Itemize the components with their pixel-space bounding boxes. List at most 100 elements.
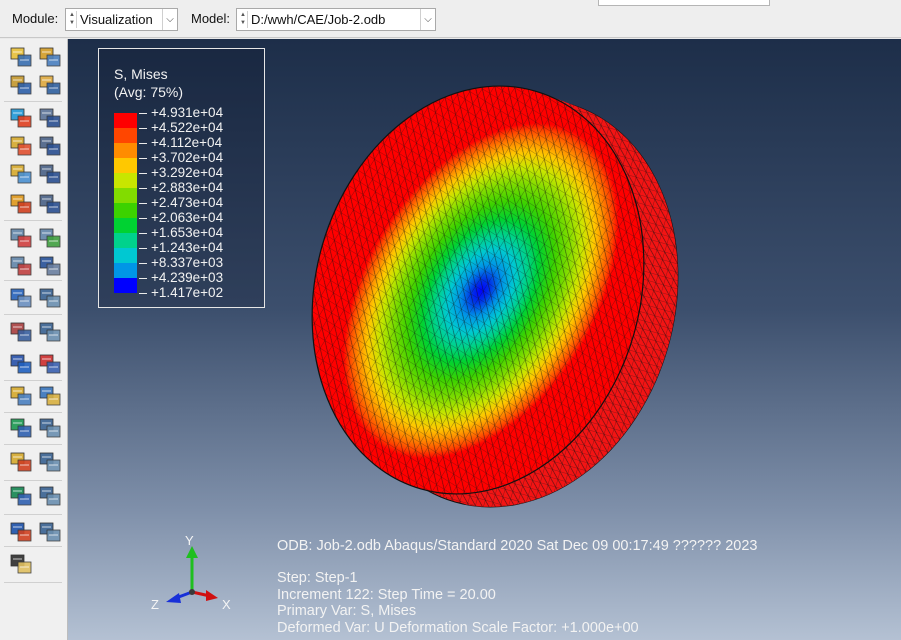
disk-front-face xyxy=(311,85,645,495)
legend-tick xyxy=(139,278,147,279)
legend-tick xyxy=(139,188,147,189)
legend-tick xyxy=(139,233,147,234)
legend-tick xyxy=(139,263,147,264)
viewport[interactable]: S, Mises (Avg: 75%) +4.931e+04 +4.522e+04… xyxy=(68,39,901,640)
legend-swatch xyxy=(114,278,137,293)
toolbox-separator xyxy=(4,380,62,381)
animate-scale-factor-icon[interactable] xyxy=(9,226,33,250)
display-group-icon[interactable] xyxy=(9,450,33,474)
stream-manager-icon[interactable] xyxy=(38,416,62,440)
chevron-down-icon[interactable]: ⌵ xyxy=(420,9,435,30)
ply-stack-plot-icon[interactable] xyxy=(9,484,33,508)
allow-multiple-plot-states-icon[interactable] xyxy=(9,192,33,216)
module-spin-icon[interactable]: ▲ ▼ xyxy=(68,11,77,28)
display-group-manager-icon[interactable] xyxy=(38,450,62,474)
model-value: D:/wwh/CAE/Job-2.odb xyxy=(251,12,386,27)
animation-options-icon[interactable] xyxy=(38,254,62,278)
plot-contours-icon[interactable] xyxy=(9,106,33,130)
legend-tick xyxy=(139,113,147,114)
legend-swatch xyxy=(114,128,137,143)
triad-y-label: Y xyxy=(185,533,194,548)
legend-swatch xyxy=(114,158,137,173)
model-spin-icon[interactable]: ▲ ▼ xyxy=(239,11,248,28)
legend-value: +2.063e+04 xyxy=(151,210,224,225)
module-value: Visualization xyxy=(80,12,153,27)
toolbox-separator xyxy=(4,444,62,445)
triad-x-label: X xyxy=(222,597,231,612)
legend-value: +1.417e+02 xyxy=(151,285,224,300)
toolbox-separator xyxy=(4,412,62,413)
orientation-options-icon[interactable] xyxy=(38,162,62,186)
plot-undeformed-icon[interactable] xyxy=(9,73,33,97)
toolbox-separator xyxy=(4,220,62,221)
increment-info-line: Increment 122: Step Time = 20.00 xyxy=(277,587,496,603)
chevron-down-icon[interactable]: ⌵ xyxy=(162,9,177,30)
legend-value: +4.112e+04 xyxy=(151,135,223,150)
triad-z-label: Z xyxy=(151,597,159,612)
stream-icon[interactable] xyxy=(9,416,33,440)
view-cut-manager-icon[interactable] xyxy=(38,286,62,310)
legend-value: +1.243e+04 xyxy=(151,240,224,255)
model-label: Model: xyxy=(191,11,231,26)
symbol-options-icon[interactable] xyxy=(38,134,62,158)
deformed-var-line: Deformed Var: U Deformation Scale Factor… xyxy=(277,620,639,636)
legend-swatch xyxy=(114,203,137,218)
module-combo[interactable]: ▲ ▼ Visualization ⌵ xyxy=(65,8,178,31)
legend-value: +3.292e+04 xyxy=(151,165,224,180)
toolbox-separator xyxy=(4,514,62,515)
primary-var-line: Primary Var: S, Mises xyxy=(277,603,417,619)
free-body-manager-icon[interactable] xyxy=(38,384,62,408)
plot-deformed-icon[interactable] xyxy=(38,73,62,97)
view-triad: Y X Z xyxy=(148,533,238,614)
legend-value: +2.473e+04 xyxy=(151,195,224,210)
legend-value: +4.931e+04 xyxy=(151,105,224,120)
create-path-icon[interactable] xyxy=(9,352,33,376)
legend-tick xyxy=(139,143,147,144)
odb-info-line: ODB: Job-2.odb Abaqus/Standard 2020 Sat … xyxy=(277,538,758,554)
free-body-cut-icon[interactable] xyxy=(9,384,33,408)
plot-symbols-icon[interactable] xyxy=(9,134,33,158)
toolbox-separator xyxy=(4,546,62,547)
top-edge-field xyxy=(598,0,770,6)
color-code-icon[interactable] xyxy=(9,520,33,544)
model-combo[interactable]: ▲ ▼ D:/wwh/CAE/Job-2.odb ⌵ xyxy=(236,8,436,31)
query-options-icon[interactable] xyxy=(38,45,62,69)
legend-swatch xyxy=(114,248,137,263)
animate-time-history-icon[interactable] xyxy=(38,226,62,250)
legend-value: +2.883e+04 xyxy=(151,180,224,195)
toolbox-separator xyxy=(4,101,62,102)
legend-tick xyxy=(139,128,147,129)
step-info-line: Step: Step-1 xyxy=(277,570,358,586)
toolbox xyxy=(0,39,68,640)
legend-tick xyxy=(139,248,147,249)
legend-tick xyxy=(139,158,147,159)
view-cut-icon[interactable] xyxy=(9,286,33,310)
path-plot-icon[interactable] xyxy=(38,352,62,376)
contour-legend[interactable]: S, Mises (Avg: 75%) +4.931e+04 +4.522e+04… xyxy=(98,48,265,308)
legend-swatch xyxy=(114,113,137,128)
animate-harmonic-icon[interactable] xyxy=(9,254,33,278)
plot-material-orientations-icon[interactable] xyxy=(9,162,33,186)
legend-swatch xyxy=(114,263,137,278)
xy-data-manager-icon[interactable] xyxy=(38,320,62,344)
legend-value: +1.653e+04 xyxy=(151,225,224,240)
superimpose-options-icon[interactable] xyxy=(38,192,62,216)
toolbox-separator xyxy=(4,280,62,281)
legend-value: +8.337e+03 xyxy=(151,255,224,270)
create-xy-data-icon[interactable] xyxy=(9,320,33,344)
color-code-manager-icon[interactable] xyxy=(38,520,62,544)
module-label: Module: xyxy=(12,11,59,26)
common-options-icon[interactable] xyxy=(9,552,33,576)
legend-tick xyxy=(139,293,147,294)
legend-swatch xyxy=(114,218,137,233)
legend-value: +3.702e+04 xyxy=(151,150,224,165)
context-bar: Module: ▲ ▼ Visualization ⌵ Model: ▲ ▼ D:/… xyxy=(0,0,901,38)
legend-variable: S, Mises xyxy=(114,66,168,82)
legend-swatch xyxy=(114,173,137,188)
contour-options-icon[interactable] xyxy=(38,106,62,130)
legend-swatch xyxy=(114,233,137,248)
toolbox-separator xyxy=(4,582,62,583)
ply-stack-manager-icon[interactable] xyxy=(38,484,62,508)
probe-values-icon[interactable] xyxy=(9,45,33,69)
legend-swatch xyxy=(114,188,137,203)
